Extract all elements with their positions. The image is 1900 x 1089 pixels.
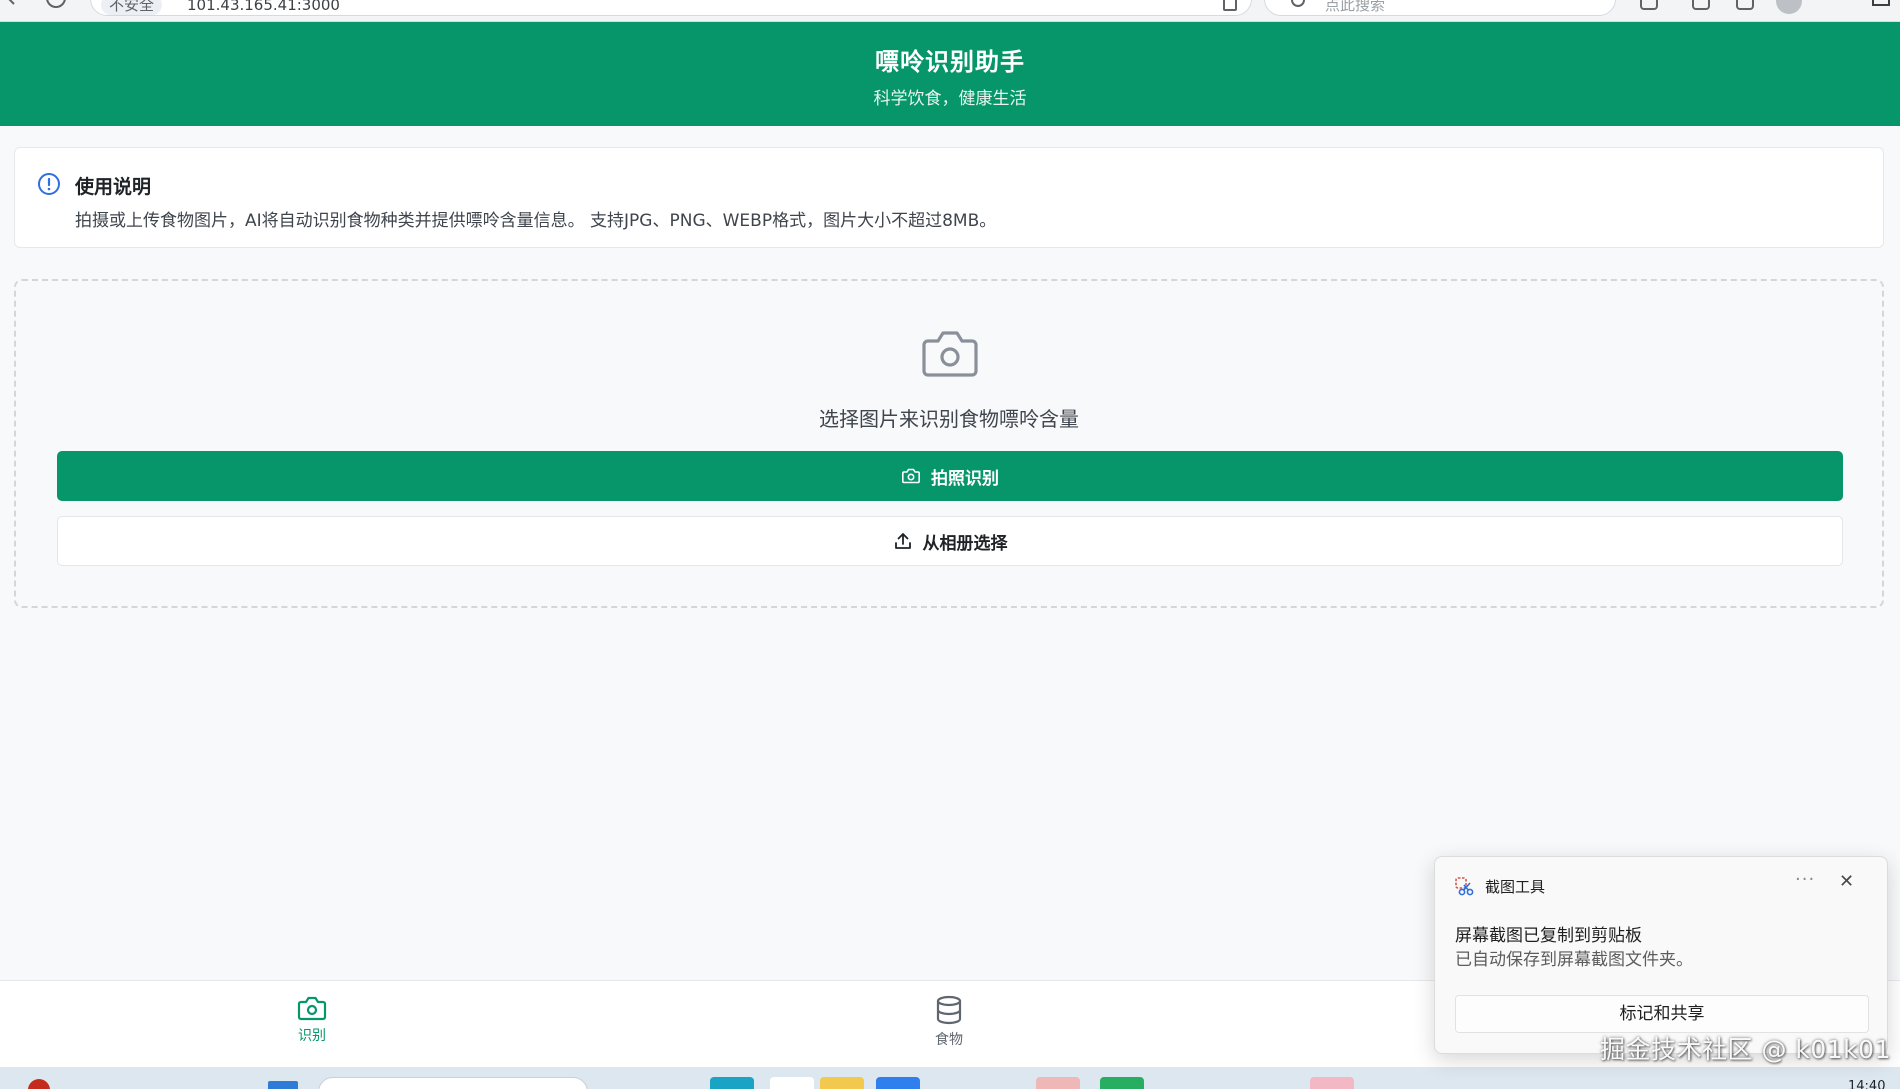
back-icon[interactable] bbox=[2, 0, 22, 8]
toast-app-name: 截图工具 bbox=[1485, 878, 1546, 896]
watermark: 掘金技术社区 @ k01k01 bbox=[1600, 1035, 1891, 1064]
notification-badge[interactable] bbox=[28, 1079, 50, 1089]
taskbar-search-box[interactable] bbox=[318, 1077, 588, 1089]
security-badge[interactable]: 不安全 bbox=[101, 0, 163, 15]
reload-icon[interactable] bbox=[46, 0, 66, 8]
info-text: 拍摄或上传食物图片，AI将自动识别食物种类并提供嘌呤含量信息。 支持JPG、PN… bbox=[75, 211, 997, 231]
taskbar-app-icon[interactable] bbox=[710, 1077, 754, 1089]
nav-label-recognize: 识别 bbox=[298, 1028, 326, 1044]
toast-title: 屏幕截图已复制到剪贴板 bbox=[1455, 926, 1642, 946]
profile-avatar[interactable] bbox=[1776, 0, 1802, 14]
browser-search-box[interactable]: 点此搜索 bbox=[1264, 0, 1616, 16]
nav-label-food: 食物 bbox=[935, 1032, 963, 1048]
taskbar-app-icon[interactable] bbox=[770, 1077, 814, 1089]
app-title: 嘌呤识别助手 bbox=[875, 48, 1025, 76]
database-icon bbox=[904, 995, 994, 1025]
start-icon[interactable] bbox=[268, 1081, 298, 1089]
nav-item-recognize[interactable]: 识别 bbox=[267, 995, 357, 1055]
taskbar-app-icon[interactable] bbox=[1036, 1077, 1080, 1089]
more-options-icon[interactable]: ··· bbox=[1795, 869, 1815, 890]
info-icon bbox=[37, 172, 61, 196]
take-photo-button[interactable]: 拍照识别 bbox=[57, 451, 1843, 501]
window-restore-icon[interactable] bbox=[1872, 0, 1890, 6]
upload-prompt: 选择图片来识别食物嘌呤含量 bbox=[819, 407, 1079, 431]
taskbar-app-icon[interactable] bbox=[1100, 1077, 1144, 1089]
upload-icon bbox=[893, 531, 913, 551]
usage-info-card: 使用说明 拍摄或上传食物图片，AI将自动识别食物种类并提供嘌呤含量信息。 支持J… bbox=[14, 147, 1884, 248]
bookmark-star-icon[interactable] bbox=[1223, 0, 1237, 11]
markup-and-share-button[interactable]: 标记和共享 bbox=[1455, 995, 1869, 1033]
image-upload-area[interactable]: 选择图片来识别食物嘌呤含量 拍照识别 从相册选择 bbox=[14, 279, 1884, 608]
scissors-icon bbox=[1455, 877, 1475, 897]
take-photo-label: 拍照识别 bbox=[931, 468, 999, 488]
app-subtitle: 科学饮食，健康生活 bbox=[873, 89, 1027, 109]
toast-body: 已自动保存到屏幕截图文件夹。 bbox=[1455, 950, 1693, 970]
camera-icon bbox=[920, 327, 980, 379]
extensions-icon[interactable] bbox=[1640, 0, 1658, 10]
favorites-icon[interactable] bbox=[1692, 0, 1710, 10]
choose-from-album-label: 从相册选择 bbox=[922, 533, 1008, 553]
nav-item-food[interactable]: 食物 bbox=[904, 995, 994, 1055]
browser-search-placeholder: 点此搜索 bbox=[1325, 0, 1386, 14]
close-icon[interactable]: ✕ bbox=[1839, 871, 1854, 892]
snipping-tool-notification[interactable]: 截图工具 ··· ✕ 屏幕截图已复制到剪贴板 已自动保存到屏幕截图文件夹。 标记… bbox=[1434, 856, 1888, 1054]
camera-icon bbox=[901, 466, 921, 486]
taskbar-app-icon[interactable] bbox=[1310, 1077, 1354, 1089]
url-text[interactable]: 101.43.165.41:3000 bbox=[187, 0, 340, 15]
address-bar[interactable]: 不安全 101.43.165.41:3000 bbox=[90, 0, 1252, 16]
taskbar-clock[interactable]: 14:40 bbox=[1848, 1079, 1885, 1089]
taskbar-app-icon[interactable] bbox=[876, 1077, 920, 1089]
shield-icon[interactable] bbox=[1736, 0, 1754, 10]
search-icon bbox=[1291, 0, 1305, 7]
info-title: 使用说明 bbox=[75, 176, 152, 198]
choose-from-album-button[interactable]: 从相册选择 bbox=[57, 516, 1843, 566]
browser-toolbar: 不安全 101.43.165.41:3000 点此搜索 bbox=[0, 0, 1900, 22]
app-header: 嘌呤识别助手 科学饮食，健康生活 bbox=[0, 22, 1900, 126]
taskbar-app-icon[interactable] bbox=[820, 1077, 864, 1089]
camera-icon bbox=[267, 995, 357, 1021]
windows-taskbar: 14:40 bbox=[0, 1067, 1900, 1089]
